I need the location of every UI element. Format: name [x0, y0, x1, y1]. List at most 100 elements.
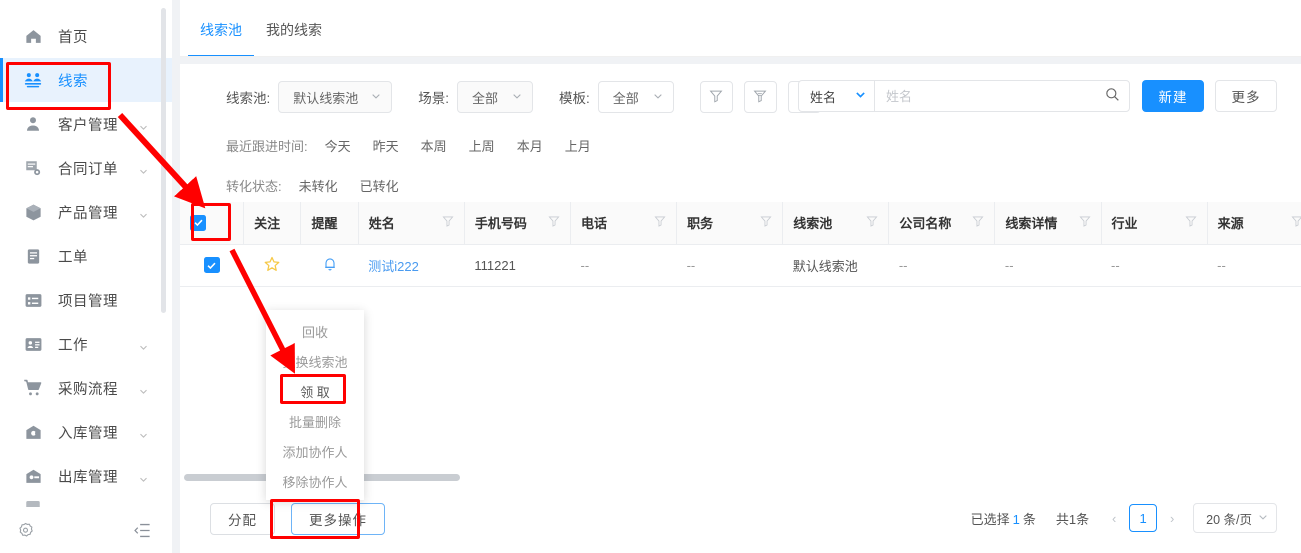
work-icon — [22, 333, 44, 355]
table-header-source[interactable]: 来源 — [1207, 202, 1301, 245]
project-icon — [22, 289, 44, 311]
followup-option-last-week[interactable]: 上周 — [469, 136, 495, 155]
table-header-pool[interactable]: 线索池 — [782, 202, 890, 245]
column-filter-icon[interactable] — [1185, 215, 1197, 230]
sidebar-item-purchase[interactable]: 采购流程 — [0, 366, 172, 410]
tab-my-leads[interactable]: 我的线索 — [254, 0, 334, 57]
followup-option-today[interactable]: 今天 — [325, 136, 351, 155]
filter-advanced-icon-button[interactable] — [743, 81, 777, 113]
sidebar-item-work[interactable]: 工作 — [0, 322, 172, 366]
page-size-select[interactable]: 20 条/页 — [1193, 503, 1277, 533]
table-header-name[interactable]: 姓名 — [358, 202, 465, 245]
tab-lead-pool[interactable]: 线索池 — [188, 0, 254, 57]
gear-icon[interactable] — [16, 521, 35, 540]
table-header-company[interactable]: 公司名称 — [888, 202, 996, 245]
table-header-mobile[interactable]: 手机号码 — [464, 202, 571, 245]
table-header-follow[interactable]: 关注 — [243, 202, 302, 245]
row-follow-cell[interactable] — [243, 244, 301, 287]
filter-icon-button[interactable] — [699, 81, 733, 113]
bell-icon[interactable] — [322, 257, 338, 275]
table-header-select-all[interactable] — [180, 202, 245, 245]
row-select-cell[interactable] — [180, 244, 244, 287]
chevron-down-icon — [139, 428, 148, 438]
column-filter-icon[interactable] — [866, 215, 878, 230]
sidebar-item-label: 出库管理 — [58, 469, 118, 486]
sidebar-item-instock[interactable]: 入库管理 — [0, 410, 172, 454]
star-icon[interactable] — [263, 256, 281, 276]
followup-option-yesterday[interactable]: 昨天 — [373, 136, 399, 155]
followup-option-this-week[interactable]: 本周 — [421, 136, 447, 155]
sidebar-scrollbar-track[interactable] — [161, 4, 169, 474]
sidebar-item-project[interactable]: 项目管理 — [0, 278, 172, 322]
chevron-down-icon — [1258, 512, 1268, 525]
table-header-industry[interactable]: 行业 — [1101, 202, 1208, 245]
table-header-position[interactable]: 职务 — [676, 202, 784, 245]
table-header-remind[interactable]: 提醒 — [300, 202, 359, 245]
search-field-select[interactable]: 姓名 — [799, 81, 875, 111]
chevron-down-icon — [371, 91, 381, 104]
position-value: -- — [686, 257, 696, 273]
table-header-phone[interactable]: 电话 — [570, 202, 678, 245]
create-button[interactable]: 新建 — [1142, 80, 1204, 112]
followup-option-this-month[interactable]: 本月 — [517, 136, 543, 155]
row-position-cell: -- — [676, 244, 783, 287]
column-filter-icon[interactable] — [548, 215, 560, 230]
pagination-page-1[interactable]: 1 — [1129, 504, 1158, 532]
app-root: 首页 线索 客户管理 合同订单 产品管理 工单 项目管理 工作 采购流程 入库管… — [0, 0, 1301, 553]
column-filter-icon[interactable] — [1291, 215, 1301, 230]
search-input[interactable] — [886, 88, 1089, 104]
pagination-prev-button[interactable]: ‹ — [1103, 511, 1125, 526]
column-filter-icon[interactable] — [1078, 215, 1091, 230]
row-company-cell: -- — [888, 244, 995, 287]
menu-item-recycle[interactable]: 回收 — [266, 316, 364, 346]
instock-icon — [22, 421, 44, 443]
lead-name-link[interactable]: 测试i222 — [368, 259, 419, 274]
column-filter-icon[interactable] — [654, 215, 666, 230]
sidebar-item-outstock[interactable]: 出库管理 — [0, 454, 172, 498]
collapse-sidebar-icon[interactable] — [133, 521, 152, 540]
menu-item-claim[interactable]: 领 取 — [266, 376, 364, 406]
menu-item-remove-collaborator[interactable]: 移除协作人 — [266, 466, 364, 496]
select-all-checkbox[interactable] — [190, 214, 206, 231]
sidebar-item-contract[interactable]: 合同订单 — [0, 146, 172, 190]
selected-count: 1 — [1012, 511, 1020, 527]
sidebar-item-worksheet[interactable]: 工单 — [0, 234, 172, 278]
sidebar-item-label: 项目管理 — [58, 293, 118, 310]
row-checkbox[interactable] — [203, 257, 220, 274]
column-filter-icon[interactable] — [760, 215, 772, 230]
lead-pool-select[interactable]: 默认线索池 — [278, 81, 393, 113]
sidebar-nav-list: 首页 线索 客户管理 合同订单 产品管理 工单 项目管理 工作 采购流程 入库管… — [0, 14, 172, 516]
column-filter-icon[interactable] — [442, 215, 454, 230]
chevron-down-icon — [139, 472, 148, 482]
row-remind-cell[interactable] — [300, 244, 359, 287]
row-name-cell[interactable]: 测试i222 — [358, 244, 465, 287]
template-select[interactable]: 全部 — [597, 81, 674, 113]
home-icon — [22, 25, 44, 47]
sidebar-item-home[interactable]: 首页 — [0, 14, 172, 58]
menu-item-add-collaborator[interactable]: 添加协作人 — [266, 436, 364, 466]
assign-button[interactable]: 分配 — [210, 503, 275, 535]
leads-icon — [22, 69, 44, 91]
search-submit-button[interactable] — [1095, 81, 1129, 111]
sidebar-item-leads[interactable]: 线索 — [0, 58, 172, 102]
chevron-down-icon — [512, 91, 522, 104]
sidebar-item-label: 入库管理 — [58, 425, 118, 442]
menu-item-change-pool[interactable]: 更换线索池 — [266, 346, 364, 376]
table-header-detail[interactable]: 线索详情 — [994, 202, 1102, 245]
column-filter-icon[interactable] — [972, 215, 984, 230]
convert-option-converted[interactable]: 已转化 — [360, 176, 399, 195]
sidebar-item-customer[interactable]: 客户管理 — [0, 102, 172, 146]
pool-value: 默认线索池 — [792, 258, 858, 274]
scene-select[interactable]: 全部 — [457, 81, 534, 113]
tab-label: 线索池 — [200, 22, 242, 38]
more-actions-button[interactable]: 更多操作 — [291, 503, 385, 535]
sidebar-item-product[interactable]: 产品管理 — [0, 190, 172, 234]
followup-option-last-month[interactable]: 上月 — [565, 136, 591, 155]
convert-option-unconverted[interactable]: 未转化 — [299, 176, 338, 195]
pagination-next-button[interactable]: › — [1161, 511, 1183, 526]
sidebar-scrollbar-thumb[interactable] — [161, 8, 166, 313]
column-label: 关注 — [254, 216, 281, 232]
menu-item-batch-delete[interactable]: 批量删除 — [266, 406, 364, 436]
table-row[interactable]: 测试i222 111221 -- -- 默认线索池 -- -- -- -- -- — [180, 244, 1301, 287]
more-button[interactable]: 更多 — [1215, 80, 1277, 112]
